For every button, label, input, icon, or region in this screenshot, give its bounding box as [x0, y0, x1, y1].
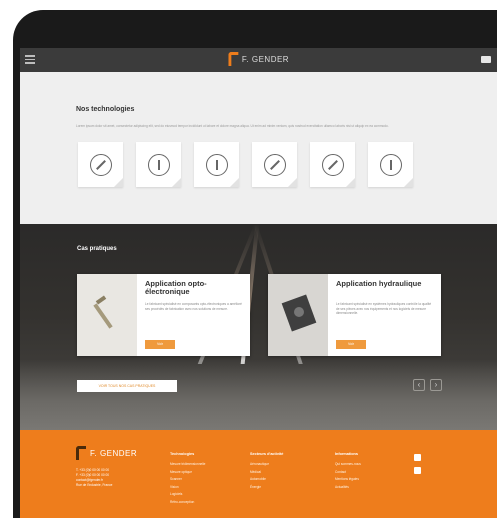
case-title: Application opto-électronique [145, 279, 207, 296]
technology-card[interactable] [368, 142, 413, 187]
technology-card[interactable] [252, 142, 297, 187]
tablet-screen: F. GENDER Nos technologies Lorem ipsum d… [20, 48, 497, 518]
footer-column-technologies: Technologies Mesure tridimensionnelle Me… [170, 452, 205, 506]
technologies-description: Lorem ipsum dolor sit amet, consectetur … [76, 124, 389, 128]
menu-icon[interactable] [25, 55, 35, 64]
technology-cards [78, 142, 413, 187]
technology-5-icon [321, 153, 344, 176]
footer-link[interactable]: Aéronautique [250, 461, 283, 469]
case-image-hydraulic [268, 274, 328, 356]
footer-link[interactable]: Logiciels [170, 491, 205, 499]
case-studies-title: Cas pratiques [77, 246, 117, 252]
all-case-studies-button[interactable]: VOIR TOUS NOS CAS PRATIQUES [77, 380, 177, 392]
carousel-next-button[interactable]: › [430, 379, 442, 391]
footer-link[interactable]: Scanner [170, 476, 205, 484]
technologies-section: Nos technologies Lorem ipsum dolor sit a… [20, 72, 497, 224]
technology-card[interactable] [194, 142, 239, 187]
case-studies-section: Cas pratiques Application opto-électroni… [20, 224, 497, 430]
technology-4-icon [263, 153, 286, 176]
tablet-device: F. GENDER Nos technologies Lorem ipsum d… [13, 10, 497, 518]
case-view-button[interactable]: Voir [336, 340, 366, 349]
footer-link[interactable]: Mesure optique [170, 469, 205, 477]
footer-link[interactable]: Automobile [250, 476, 283, 484]
carousel-prev-button[interactable]: ‹ [413, 379, 425, 391]
technologies-title: Nos technologies [76, 106, 135, 113]
footer-link[interactable]: Mentions légales [335, 476, 361, 484]
logo-text: F. GENDER [241, 54, 290, 64]
social-icon-1[interactable] [414, 454, 421, 461]
footer-link[interactable]: Énergie [250, 484, 283, 492]
case-view-button[interactable]: Voir [145, 340, 175, 349]
mail-icon[interactable] [481, 56, 491, 63]
footer-link[interactable]: Médical [250, 469, 283, 477]
case-text: Le fabricant spécialisé en systèmes hydr… [336, 302, 432, 315]
case-card-hydraulic[interactable]: Application hydraulique Le fabricant spé… [268, 274, 441, 356]
technology-card[interactable] [136, 142, 181, 187]
footer-link[interactable]: Mesure tridimensionnelle [170, 461, 205, 469]
footer-column-information: Informations Qui sommes-nous Contact Men… [335, 452, 361, 491]
footer-link[interactable]: Vision [170, 484, 205, 492]
footer-link[interactable]: Qui sommes-nous [335, 461, 361, 469]
footer-column-sectors: Secteurs d'activité Aéronautique Médical… [250, 452, 283, 491]
technology-6-icon [379, 153, 402, 176]
technology-2-icon [147, 153, 170, 176]
footer-column-title: Secteurs d'activité [250, 452, 284, 456]
top-navigation-bar: F. GENDER [20, 48, 497, 72]
footer-link[interactable]: Contact [335, 469, 361, 477]
case-title: Application hydraulique [336, 279, 422, 288]
footer-contact: T. +33 (0)0 00 00 00 00 F. +33 (0)0 00 0… [76, 468, 112, 488]
footer-link[interactable]: Rétro-conception [170, 499, 205, 507]
technology-card[interactable] [310, 142, 355, 187]
case-text: Le fabricant spécialisé en composants op… [145, 302, 242, 311]
technology-card[interactable] [78, 142, 123, 187]
contact-line: Rue de l'Industrie, France [76, 483, 113, 487]
footer-logo[interactable]: F. GENDER [76, 446, 137, 460]
logo-mark-icon [227, 52, 238, 66]
social-icon-2[interactable] [414, 467, 421, 474]
footer-column-title: Technologies [170, 452, 195, 456]
background-floor [20, 360, 497, 430]
site-footer: F. GENDER T. +33 (0)0 00 00 00 00 F. +33… [20, 430, 497, 518]
case-image-opto [77, 274, 137, 356]
footer-link[interactable]: Actualités [335, 484, 361, 492]
case-card-opto[interactable]: Application opto-électronique Le fabrica… [77, 274, 250, 356]
logo-mark-icon [76, 446, 86, 460]
technology-1-icon [89, 153, 112, 176]
technology-3-icon [205, 153, 228, 176]
brand-logo[interactable]: F. GENDER [227, 52, 290, 66]
footer-column-title: Informations [335, 452, 358, 456]
footer-logo-text: F. GENDER [90, 448, 138, 458]
